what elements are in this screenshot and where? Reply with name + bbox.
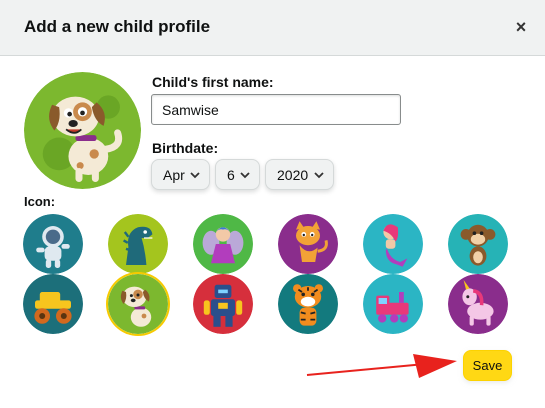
robot-icon bbox=[193, 274, 253, 334]
icon-option-robot[interactable] bbox=[193, 274, 253, 334]
icon-option-unicorn[interactable] bbox=[448, 274, 508, 334]
dialog-header: Add a new child profile × bbox=[0, 0, 545, 56]
train-icon bbox=[363, 274, 423, 334]
fairy-icon bbox=[193, 214, 253, 274]
monkey-icon bbox=[448, 214, 508, 274]
icon-option-dinosaur[interactable] bbox=[108, 214, 168, 274]
puppy-icon bbox=[108, 274, 168, 334]
day-select[interactable]: 6 bbox=[215, 159, 260, 190]
chevron-down-icon bbox=[314, 172, 324, 179]
icon-option-tiger[interactable] bbox=[278, 274, 338, 334]
selected-avatar bbox=[24, 72, 141, 189]
icon-option-monster-truck[interactable] bbox=[23, 274, 83, 334]
add-child-profile-dialog: Add a new child profile × Child's first … bbox=[0, 0, 545, 408]
monster-truck-icon bbox=[23, 274, 83, 334]
icon-option-mermaid[interactable] bbox=[363, 214, 423, 274]
close-icon[interactable]: × bbox=[511, 16, 531, 38]
puppy-icon bbox=[24, 72, 141, 189]
year-select[interactable]: 2020 bbox=[265, 159, 334, 190]
child-name-input[interactable] bbox=[151, 94, 401, 125]
annotation-arrow-icon bbox=[306, 354, 457, 378]
month-select[interactable]: Apr bbox=[151, 159, 210, 190]
astronaut-icon bbox=[23, 214, 83, 274]
day-value: 6 bbox=[227, 166, 235, 183]
icon-option-cat[interactable] bbox=[278, 214, 338, 274]
year-value: 2020 bbox=[277, 166, 309, 183]
chevron-down-icon bbox=[190, 172, 200, 179]
dialog-title: Add a new child profile bbox=[24, 17, 211, 36]
save-button[interactable]: Save bbox=[463, 350, 512, 381]
birthdate-label: Birthdate: bbox=[152, 140, 219, 156]
icon-option-train[interactable] bbox=[363, 274, 423, 334]
mermaid-icon bbox=[363, 214, 423, 274]
month-value: Apr bbox=[163, 166, 185, 183]
icon-option-puppy[interactable] bbox=[108, 274, 168, 334]
icon-option-astronaut[interactable] bbox=[23, 214, 83, 274]
name-label: Child's first name: bbox=[152, 74, 274, 90]
chevron-down-icon bbox=[240, 172, 250, 179]
unicorn-icon bbox=[448, 274, 508, 334]
icon-label: Icon: bbox=[24, 194, 56, 209]
cat-icon bbox=[278, 214, 338, 274]
dinosaur-icon bbox=[108, 214, 168, 274]
tiger-icon bbox=[278, 274, 338, 334]
icon-option-monkey[interactable] bbox=[448, 214, 508, 274]
icon-option-fairy[interactable] bbox=[193, 214, 253, 274]
